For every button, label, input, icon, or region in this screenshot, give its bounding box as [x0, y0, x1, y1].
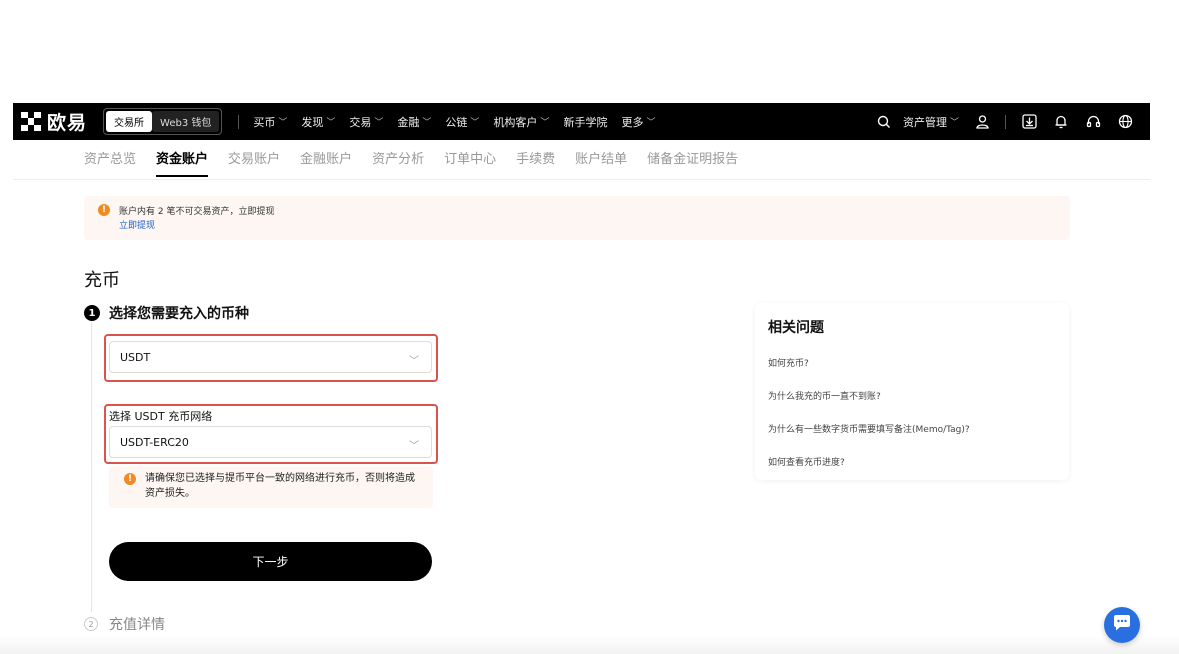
nav-item-academy[interactable]: 新手学院 [563, 114, 607, 130]
download-icon[interactable] [1020, 113, 1038, 131]
chevron-down-icon: ﹀ [646, 118, 656, 128]
nav-item-buy-crypto[interactable]: 买币 ﹀ [253, 114, 287, 130]
nav-item-finance[interactable]: 金融 ﹀ [397, 114, 431, 130]
withdraw-now-link[interactable]: 立即提现 [119, 218, 155, 231]
chevron-down-icon: ﹀ [470, 118, 480, 128]
tab-asset-analysis[interactable]: 资产分析 [372, 148, 424, 177]
step-connector [91, 322, 92, 612]
okx-logo-icon [21, 111, 41, 132]
main-menu: 买币 ﹀ 发现 ﹀ 交易 ﹀ 金融 ﹀ 公链 ﹀ 机构客户 ﹀ 新手学院 更多 ﹀ [253, 114, 669, 130]
tab-fees[interactable]: 手续费 [516, 148, 555, 177]
tab-finance-account[interactable]: 金融账户 [300, 148, 352, 177]
chevron-down-icon: ﹀ [409, 356, 419, 367]
coin-select[interactable]: USDT ﹀ [109, 341, 432, 373]
faq-link[interactable]: 如何查看充币进度? [768, 455, 845, 468]
faq-link[interactable]: 为什么我充的币一直不到账? [768, 389, 881, 402]
chat-support-button[interactable] [1104, 607, 1140, 643]
tab-funding-account[interactable]: 资金账户 [156, 148, 209, 177]
asset-management-menu[interactable]: 资产管理 ﹀ [903, 114, 959, 130]
chat-bubble-icon [1112, 614, 1132, 636]
chevron-down-icon: ﹀ [949, 118, 959, 128]
nav-item-trade[interactable]: 交易 ﹀ [349, 114, 383, 130]
nav-divider [1005, 114, 1006, 129]
faq-title: 相关问题 [768, 320, 824, 336]
step-2-header: 2 充值详情 [84, 614, 165, 634]
page-title: 充币 [84, 270, 120, 291]
tab-account-statement[interactable]: 账户结单 [575, 148, 627, 177]
brand-name: 欧易 [47, 112, 88, 134]
faq-link[interactable]: 如何充币? [768, 356, 809, 369]
divider [13, 179, 1150, 180]
network-warning: ! 请确保您已选择与提币平台一致的网络进行充币，否则将造成资产损失。 [109, 466, 433, 508]
step-title: 选择您需要充入的币种 [109, 306, 249, 322]
faq-panel: 相关问题 如何充币? 为什么我充的币一直不到账? 为什么有一些数字货币需要填写备… [755, 303, 1069, 480]
account-subtabs: 资产总览 资金账户 交易账户 金融账户 资产分析 订单中心 手续费 账户结单 储… [84, 148, 758, 177]
network-select[interactable]: USDT-ERC20 ﹀ [109, 426, 432, 458]
step-title: 充值详情 [109, 617, 165, 633]
coin-select-value: USDT [120, 350, 151, 364]
chevron-down-icon: ﹀ [540, 118, 550, 128]
network-select-value: USDT-ERC20 [120, 435, 189, 449]
nav-item-institutional[interactable]: 机构客户 ﹀ [493, 114, 549, 130]
chevron-down-icon: ﹀ [326, 118, 336, 128]
chevron-down-icon: ﹀ [374, 118, 384, 128]
faq-link[interactable]: 为什么有一些数字货币需要填写备注(Memo/Tag)? [768, 422, 970, 435]
brand-logo[interactable]: 欧易 [21, 108, 87, 135]
chevron-down-icon: ﹀ [409, 441, 419, 452]
top-nav: 欧易 交易所 Web3 钱包 买币 ﹀ 发现 ﹀ 交易 ﹀ 金融 ﹀ 公链 ﹀ 机构客户 ﹀… [13, 103, 1150, 140]
nav-item-chain[interactable]: 公链 ﹀ [445, 114, 479, 130]
mode-switch: 交易所 Web3 钱包 [103, 108, 223, 135]
network-label: 选择 USDT 充币网络 [109, 410, 213, 423]
warning-icon: ! [124, 473, 136, 485]
chevron-down-icon: ﹀ [422, 118, 432, 128]
tab-proof-of-reserves[interactable]: 储备金证明报告 [647, 148, 738, 177]
warning-icon: ! [98, 204, 110, 216]
tab-trading-account[interactable]: 交易账户 [228, 148, 280, 177]
notice-message: 账户内有 2 笔不可交易资产，立即提现 [119, 207, 275, 217]
nav-item-discover[interactable]: 发现 ﹀ [301, 114, 335, 130]
tab-exchange[interactable]: 交易所 [106, 111, 153, 132]
tab-order-center[interactable]: 订单中心 [444, 148, 496, 177]
search-icon[interactable] [875, 113, 893, 131]
step-number: 1 [84, 305, 100, 321]
nav-item-more[interactable]: 更多 ﹀ [621, 114, 655, 130]
network-warning-text: 请确保您已选择与提币平台一致的网络进行充币，否则将造成资产损失。 [145, 473, 415, 499]
chevron-down-icon: ﹀ [278, 118, 288, 128]
headset-icon[interactable] [1084, 113, 1102, 131]
next-step-button[interactable]: 下一步 [109, 542, 432, 581]
step-1-header: 1 选择您需要充入的币种 [84, 303, 249, 323]
page-bottom-edge [0, 636, 1179, 654]
tab-web3-wallet[interactable]: Web3 钱包 [152, 111, 220, 132]
globe-icon[interactable] [1116, 113, 1134, 131]
nav-divider [238, 114, 240, 129]
asset-notice-banner: ! 账户内有 2 笔不可交易资产，立即提现 立即提现 [84, 196, 1070, 240]
nav-right: 资产管理 ﹀ [861, 113, 1134, 131]
tab-asset-overview[interactable]: 资产总览 [84, 148, 136, 177]
user-icon[interactable] [973, 113, 991, 131]
bell-icon[interactable] [1052, 113, 1070, 131]
step-number: 2 [84, 617, 98, 631]
